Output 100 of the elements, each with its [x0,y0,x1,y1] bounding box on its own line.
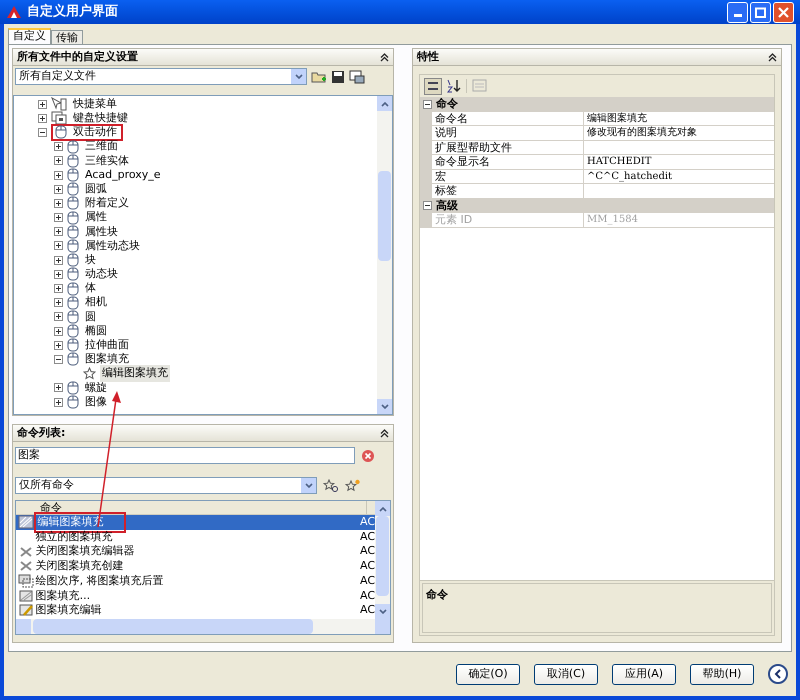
property-row[interactable]: 扩展型帮助文件 [420,140,774,155]
tree-item[interactable]: 椭圆 [83,322,109,340]
collapse-panel-icon[interactable] [768,52,777,62]
tree-item[interactable]: 圆 [83,308,98,326]
tree-item[interactable]: 快捷菜单 [71,96,119,112]
save-icon[interactable] [331,70,345,84]
file-select[interactable]: 所有自定义文件 [15,68,307,85]
tree-item[interactable]: 图像 [83,394,109,410]
table-row[interactable]: 绘图次序, 将图案填充后置 AC [16,574,375,588]
property-row[interactable]: 命令名 编辑图案填充 [420,112,774,126]
tree-item[interactable]: 动态块 [83,266,120,283]
expand-icon[interactable] [54,326,63,336]
tree-item[interactable]: Acad_proxy_e [83,166,163,184]
sort-alphabetical-icon[interactable] [445,78,461,94]
dialog-button[interactable]: 帮助(H) [690,664,754,684]
expand-icon[interactable] [38,100,47,109]
collapse-dialog-button[interactable] [768,664,788,684]
expand-icon[interactable] [54,170,63,180]
tree-item[interactable]: 三维面 [83,138,120,155]
open-file-icon[interactable] [311,70,327,84]
dialog-button[interactable]: 应用(A) [612,664,676,684]
table-row[interactable]: 图案填充... AC [16,588,375,604]
tree-item[interactable]: 属性动态块 [83,238,142,254]
expand-icon[interactable] [54,184,63,194]
collapse-panel-icon[interactable] [380,428,389,438]
table-row[interactable]: 关闭图案填充创建 AC [16,559,375,574]
expand-icon[interactable] [54,398,63,407]
tree-item[interactable]: 属性块 [83,224,120,240]
property-value[interactable]: ^C^C_hatchedit [584,170,774,183]
collapse-icon[interactable] [54,354,63,364]
property-value[interactable]: 编辑图案填充 [584,112,774,125]
property-row[interactable]: 宏 ^C^C_hatchedit [420,170,774,184]
scroll-down-icon[interactable] [375,604,390,619]
expand-icon[interactable] [54,227,63,236]
tab[interactable]: 自定义 [8,28,51,44]
category-row[interactable]: 高级 [420,198,774,213]
collapse-panel-icon[interactable] [380,52,389,62]
property-value[interactable]: 修改现有的图案填充对象 [584,126,774,140]
filter-select[interactable]: 仅所有命令 [15,477,317,494]
expand-icon[interactable] [54,213,63,222]
tree-item[interactable]: 图案填充 [83,351,131,368]
tree-item[interactable]: 编辑图案填充 [100,365,170,382]
search-field[interactable]: 图案 [15,447,355,464]
star-add-icon[interactable] [345,478,361,492]
table-row[interactable]: 图案填充编辑 AC [16,603,375,618]
expand-icon[interactable] [38,114,47,123]
tree-item[interactable]: 体 [83,280,98,297]
maximize-button[interactable] [750,2,771,22]
expand-icon[interactable] [54,270,63,279]
scrollbar[interactable] [375,501,390,619]
table-cell-text: AC [360,588,375,604]
tree-item[interactable]: 双击动作 [71,124,119,141]
tree-item[interactable]: 块 [83,252,98,268]
expand-icon[interactable] [54,383,63,392]
minimize-button[interactable] [727,2,748,22]
expand-icon[interactable] [54,298,63,308]
tree-item[interactable]: 圆弧 [83,180,109,198]
scroll-thumb[interactable] [33,619,313,634]
tree-item[interactable]: 螺旋 [83,380,109,396]
expand-icon[interactable] [54,241,63,250]
star-search-icon[interactable] [323,478,339,492]
tab[interactable]: 传输 [51,30,83,44]
collapse-icon[interactable] [423,201,432,210]
mouse-icon [67,238,79,253]
property-label: 元素 ID [432,213,584,226]
dialog-button[interactable]: 取消(C) [534,664,598,684]
tree-item[interactable]: 三维实体 [83,152,131,170]
clear-search-icon[interactable] [361,448,375,462]
expand-icon[interactable] [54,156,63,166]
expand-icon[interactable] [54,256,63,265]
scrollbar[interactable] [377,96,392,414]
property-row[interactable]: 说明 修改现有的图案填充对象 [420,126,774,140]
tree-item[interactable]: 拉伸曲面 [83,337,131,354]
collapse-icon[interactable] [423,100,432,109]
property-value[interactable]: HATCHEDIT [584,155,774,168]
scroll-up-icon[interactable] [375,501,390,516]
scroll-up-icon[interactable] [377,96,392,111]
expand-icon[interactable] [54,312,63,322]
window-layout-icon[interactable] [349,70,365,84]
table-row[interactable]: 关闭图案填充编辑器 AC [16,544,375,560]
expand-icon[interactable] [54,340,63,350]
category-row[interactable]: 命令 [420,97,774,112]
table-row[interactable]: 独立的图案填充 AC [16,530,375,544]
property-row[interactable]: 命令显示名 HATCHEDIT [420,155,774,170]
horizontal-scrollbar[interactable] [16,619,390,634]
scroll-thumb[interactable] [378,171,391,261]
categorized-icon[interactable] [424,78,442,94]
tree-item[interactable]: 属性 [83,209,109,226]
scroll-thumb[interactable] [376,516,389,596]
close-button[interactable] [773,2,794,22]
tree-item[interactable]: 相机 [83,294,109,311]
tree-item[interactable]: 附着定义 [83,195,131,212]
column-header[interactable]: 命令 [36,501,366,514]
dialog-button[interactable]: 确定(O) [456,664,520,684]
collapse-icon[interactable] [38,128,47,137]
tree-item[interactable]: 键盘快捷键 [71,110,130,127]
expand-icon[interactable] [54,284,63,294]
expand-icon[interactable] [54,142,63,152]
expand-icon[interactable] [54,198,63,208]
scroll-down-icon[interactable] [377,399,392,414]
